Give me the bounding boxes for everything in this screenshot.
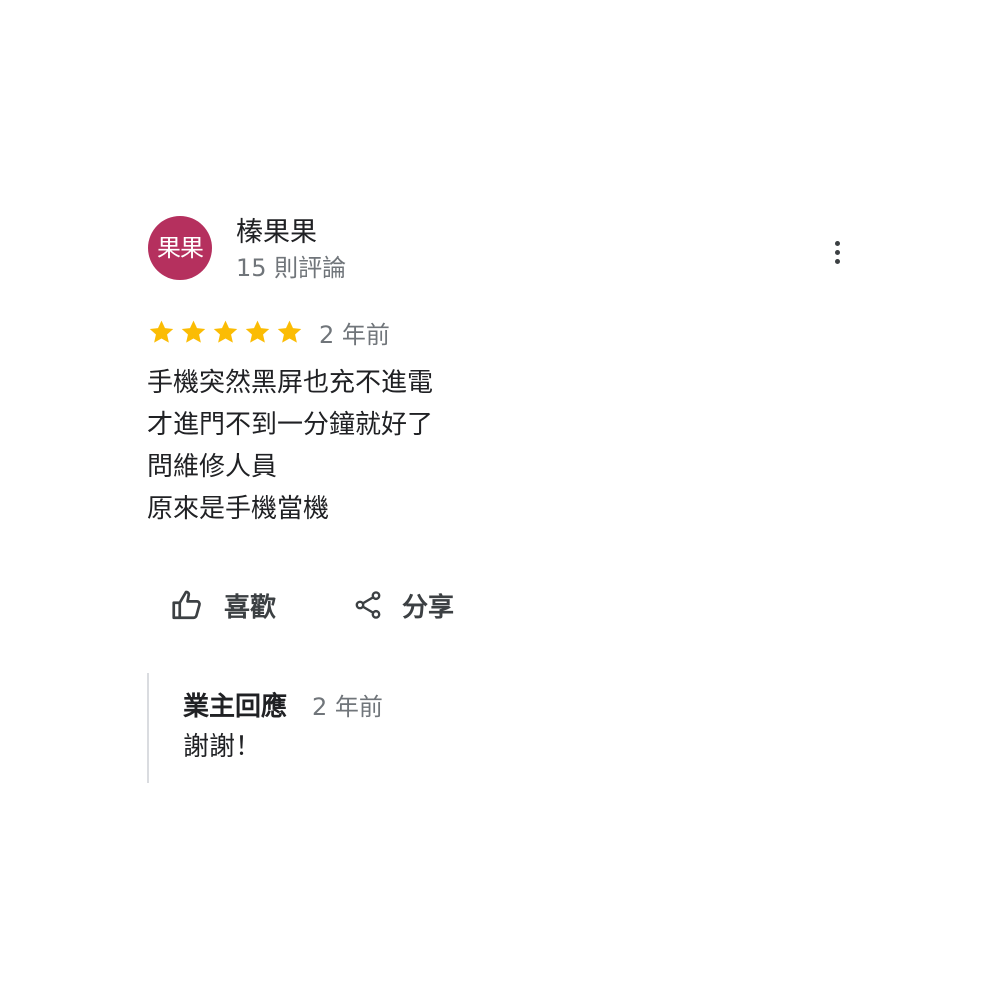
like-button[interactable]: 喜歡: [170, 583, 276, 627]
star-rating: [147, 318, 304, 347]
star-icon: [213, 320, 238, 343]
review-text: 手機突然黑屏也充不進電 才進門不到一分鐘就好了 問維修人員 原來是手機當機: [147, 362, 433, 530]
more-vert-icon-dot: [834, 249, 840, 255]
more-vert-icon-dot: [834, 240, 840, 246]
share-button[interactable]: 分享: [352, 583, 454, 627]
author-review-count: 15 則評論: [236, 254, 347, 282]
star-icon: [277, 320, 302, 343]
owner-response: 業主回應 2 年前 謝謝！: [147, 673, 669, 783]
more-options-button[interactable]: [820, 232, 854, 272]
more-vert-icon-dot: [834, 258, 840, 264]
review-time: 2 年前: [319, 321, 390, 349]
star-icon: [149, 320, 174, 343]
owner-response-time: 2 年前: [312, 693, 383, 721]
share-icon: [355, 591, 381, 619]
review-text-line: 手機突然黑屏也充不進電: [147, 368, 434, 398]
owner-response-label: 業主回應: [183, 692, 288, 722]
owner-response-text: 謝謝！: [183, 732, 262, 762]
thumb-up-icon: [172, 590, 201, 620]
like-label: 喜歡: [224, 592, 277, 623]
review-text-line: 才進門不到一分鐘就好了: [147, 410, 434, 440]
star-icon: [181, 320, 206, 343]
star-icon: [245, 320, 270, 343]
author-name[interactable]: 榛果果: [236, 214, 317, 252]
share-label: 分享: [402, 592, 455, 623]
review-text-line: 問維修人員: [147, 452, 278, 482]
review-text-line: 原來是手機當機: [147, 494, 330, 524]
avatar[interactable]: 果果: [148, 216, 212, 280]
review-card: 果果 榛果果 15 則評論 2 年前 手機突然黑屏也充不進電 才進門不到一分鐘就…: [0, 0, 1000, 1000]
